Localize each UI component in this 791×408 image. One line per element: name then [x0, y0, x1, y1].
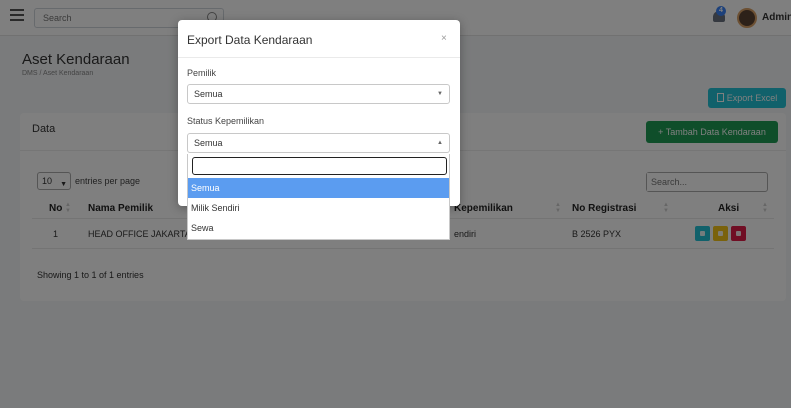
option-semua[interactable]: Semua — [188, 178, 449, 198]
modal-title: Export Data Kendaraan — [187, 33, 313, 47]
option-milik-sendiri[interactable]: Milik Sendiri — [188, 198, 449, 218]
dropdown-search-input[interactable] — [193, 158, 443, 173]
pemilik-select-value: Semua — [194, 89, 223, 99]
status-kepemilikan-label: Status Kepemilikan — [187, 116, 265, 126]
status-kepemilikan-select[interactable]: Semua ▲ — [187, 133, 450, 153]
pemilik-label: Pemilik — [187, 68, 217, 78]
chevron-up-icon: ▲ — [437, 140, 443, 146]
close-icon[interactable]: × — [441, 33, 447, 44]
option-sewa[interactable]: Sewa — [188, 218, 449, 238]
chevron-down-icon: ▼ — [437, 91, 443, 97]
status-kepemilikan-select-value: Semua — [194, 138, 223, 148]
dropdown-search[interactable] — [192, 157, 447, 175]
status-kepemilikan-dropdown: Semua Milik Sendiri Sewa — [187, 154, 450, 240]
modal-divider — [178, 57, 460, 58]
pemilik-select[interactable]: Semua ▼ — [187, 84, 450, 104]
